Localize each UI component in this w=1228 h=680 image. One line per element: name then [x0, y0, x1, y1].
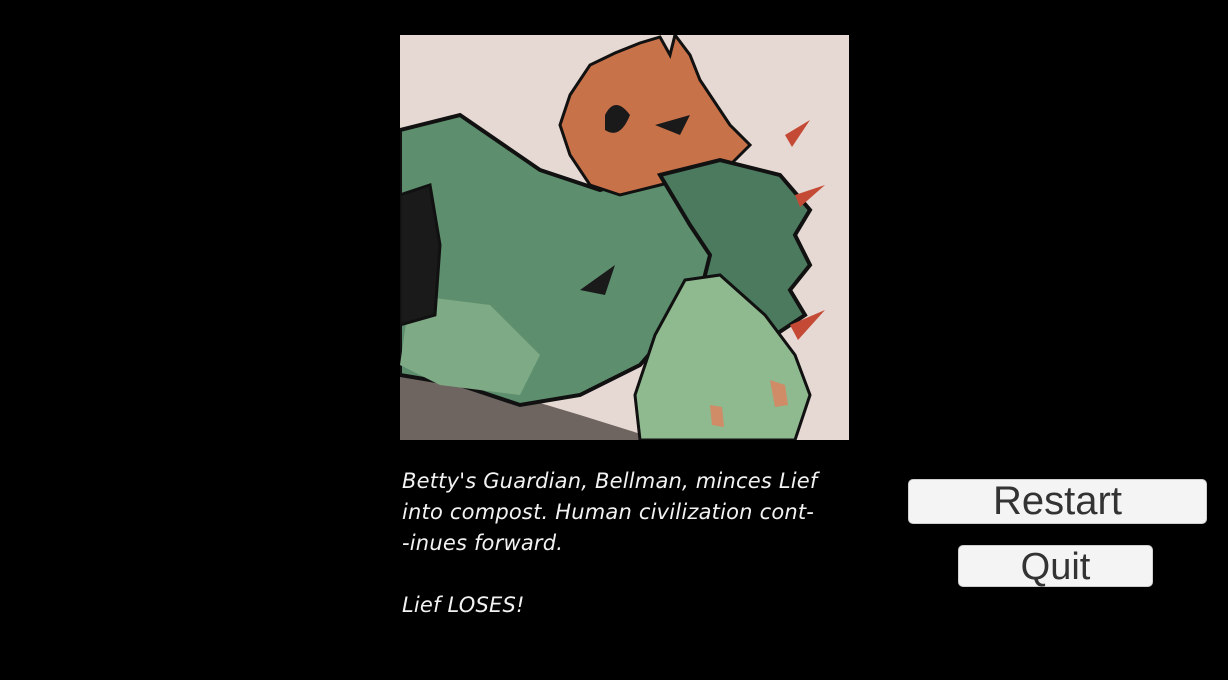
illustration-art [400, 35, 849, 440]
restart-button[interactable]: Restart [908, 479, 1207, 524]
story-line-2: into compost. Human civilization cont- [402, 500, 815, 524]
result-text: Lief LOSES! [402, 593, 525, 617]
story-spacer [402, 559, 872, 590]
ending-illustration [400, 35, 849, 440]
story-line-1: Betty's Guardian, Bellman, minces Lief [402, 469, 818, 493]
ending-story-text: Betty's Guardian, Bellman, minces Lief i… [402, 466, 872, 621]
story-line-3: -inues forward. [402, 531, 564, 555]
quit-button[interactable]: Quit [958, 545, 1153, 588]
